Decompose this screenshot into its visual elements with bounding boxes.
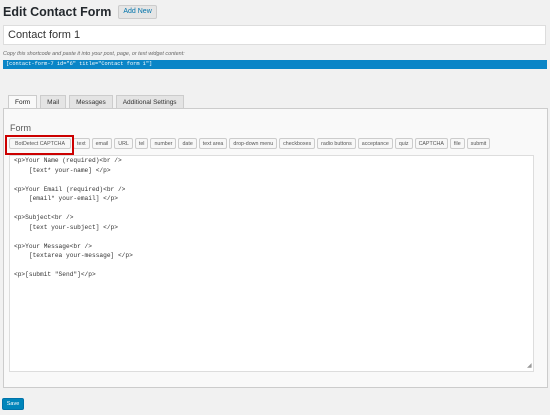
tag-date-button[interactable]: date bbox=[178, 138, 197, 149]
tag-captcha-button[interactable]: CAPTCHA bbox=[414, 138, 448, 149]
tag-acceptance-button[interactable]: acceptance bbox=[357, 138, 393, 149]
form-template-editor[interactable]: <p>Your Name (required)<br /> [text* you… bbox=[9, 155, 534, 372]
botdetect-captcha-label: BotDetect CAPTCHA bbox=[15, 141, 66, 147]
tag-quiz-button[interactable]: quiz bbox=[394, 138, 413, 149]
tab-additional-settings[interactable]: Additional Settings bbox=[115, 95, 184, 108]
tag-text-button[interactable]: text bbox=[73, 138, 90, 149]
page-title: Edit Contact Form bbox=[3, 5, 112, 19]
form-heading: Form bbox=[10, 123, 31, 133]
shortcode-hint: Copy this shortcode and paste it into yo… bbox=[3, 51, 185, 57]
tag-radio-buttons-button[interactable]: radio buttons bbox=[317, 138, 356, 149]
add-new-button[interactable]: Add New bbox=[118, 5, 157, 19]
tag-email-button[interactable]: email bbox=[91, 138, 113, 149]
tag-generator-buttons: BotDetect CAPTCHA text email URL tel num… bbox=[5, 135, 491, 155]
tag-dropdown-button[interactable]: drop-down menu bbox=[229, 138, 278, 149]
tag-url-button[interactable]: URL bbox=[114, 138, 133, 149]
tab-mail[interactable]: Mail bbox=[40, 95, 67, 108]
tab-bar: Form Mail Messages Additional Settings bbox=[8, 95, 184, 109]
form-panel: Form BotDetect CAPTCHA text email URL te… bbox=[3, 108, 548, 388]
title-row: Edit Contact Form Add New bbox=[3, 4, 157, 20]
tag-checkboxes-button[interactable]: checkboxes bbox=[279, 138, 316, 149]
form-name-input[interactable] bbox=[3, 25, 546, 45]
resize-handle-icon[interactable]: ◢ bbox=[527, 363, 533, 369]
tab-form[interactable]: Form bbox=[8, 95, 38, 109]
botdetect-captcha-button[interactable]: BotDetect CAPTCHA bbox=[5, 135, 75, 155]
tag-submit-button[interactable]: submit bbox=[466, 138, 491, 149]
shortcode-field[interactable]: [contact-form-7 id="6" title="Contact fo… bbox=[3, 60, 547, 69]
tag-tel-button[interactable]: tel bbox=[134, 138, 149, 149]
save-button[interactable]: Save bbox=[2, 398, 24, 410]
tag-textarea-button[interactable]: text area bbox=[198, 138, 228, 149]
tab-messages[interactable]: Messages bbox=[69, 95, 113, 108]
tag-number-button[interactable]: number bbox=[150, 138, 177, 149]
tag-file-button[interactable]: file bbox=[449, 138, 465, 149]
